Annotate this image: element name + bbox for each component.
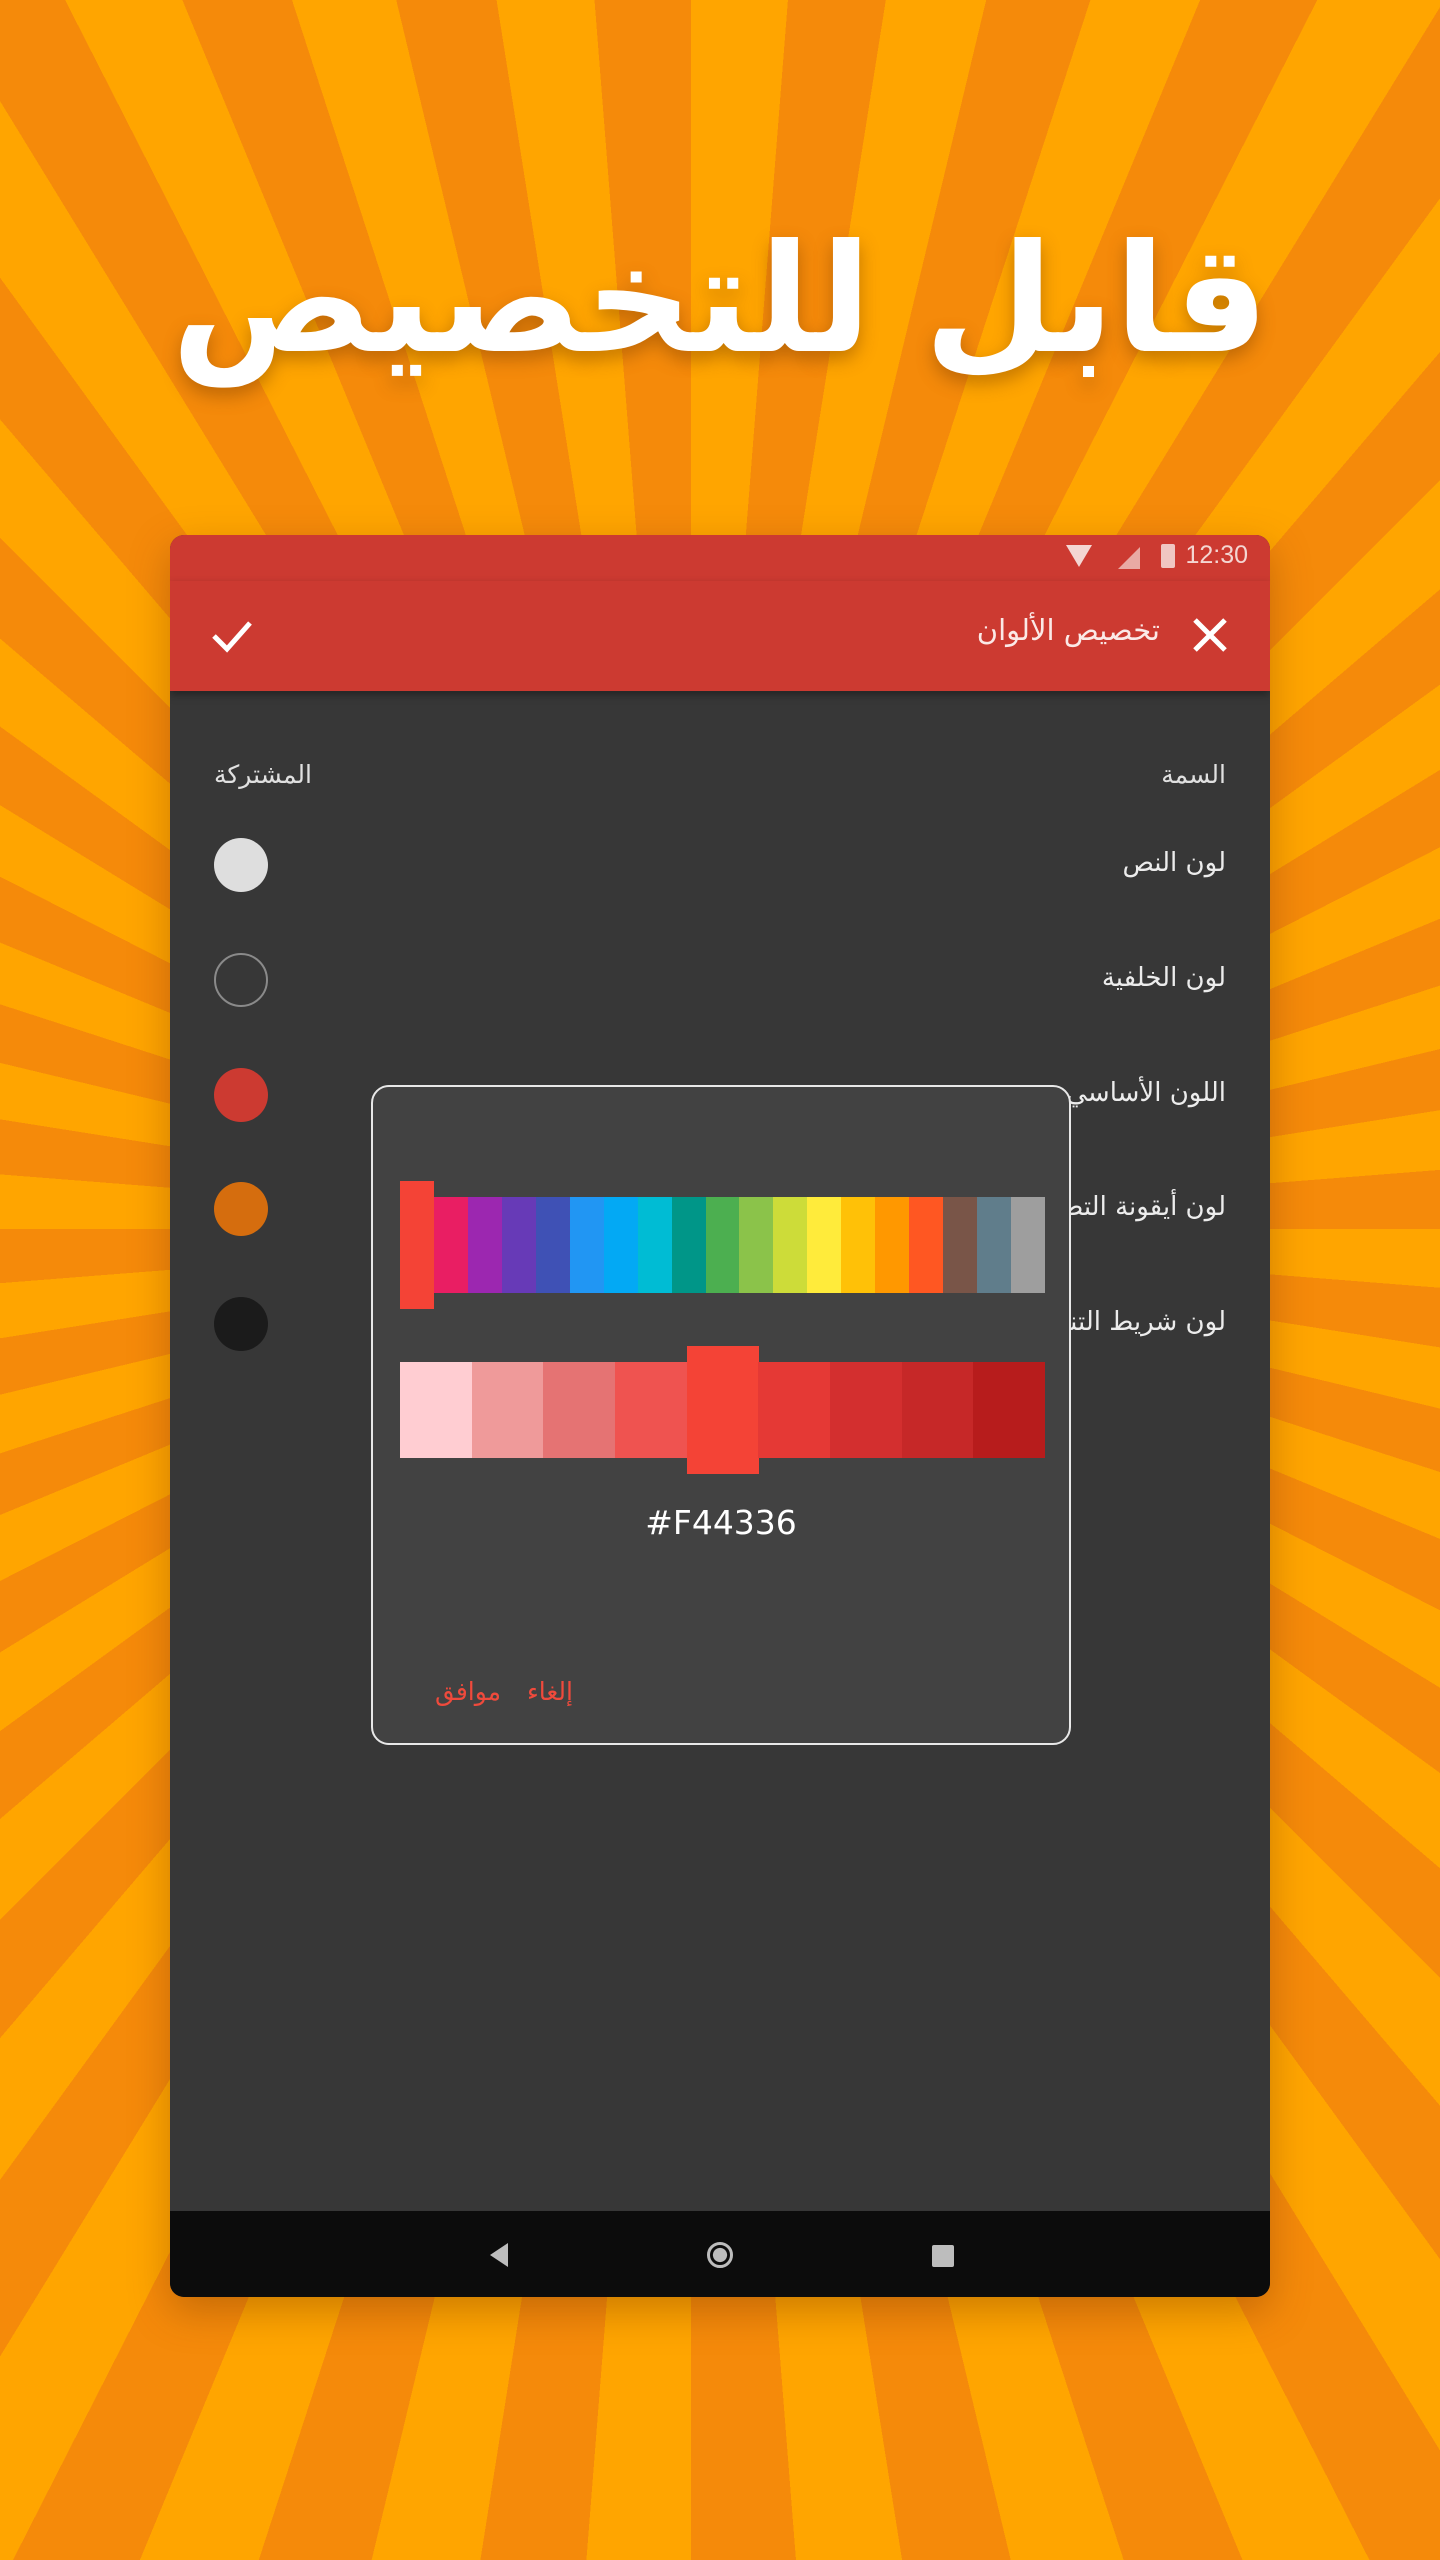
shade-swatch[interactable]: [615, 1362, 688, 1458]
section-header-theme: السمة: [1161, 760, 1226, 789]
hue-swatch[interactable]: [637, 1197, 673, 1293]
hue-palette: [400, 1181, 1046, 1309]
hue-swatch[interactable]: [569, 1197, 605, 1293]
shade-swatch[interactable]: [471, 1362, 544, 1458]
recents-icon[interactable]: [932, 2245, 954, 2267]
app-bar: تخصيص الألوان: [170, 581, 1270, 691]
shade-swatch[interactable]: [973, 1362, 1046, 1458]
hue-swatch[interactable]: [943, 1197, 978, 1293]
signal-icon: [1118, 547, 1140, 569]
hue-swatch[interactable]: [977, 1197, 1012, 1293]
hue-swatch[interactable]: [875, 1197, 910, 1293]
preference-label[interactable]: لون النص: [1122, 848, 1226, 878]
home-icon[interactable]: [707, 2242, 733, 2268]
promo-headline: قابل للتخصيص: [171, 213, 1269, 387]
status-time: 12:30: [1185, 541, 1248, 569]
battery-icon: [1161, 544, 1175, 568]
hue-swatch[interactable]: [705, 1197, 740, 1293]
hue-swatch[interactable]: [603, 1197, 639, 1293]
page-title: تخصيص الألوان: [976, 613, 1160, 647]
shade-swatch-selected[interactable]: [686, 1346, 759, 1474]
hue-swatch[interactable]: [467, 1197, 503, 1293]
wifi-icon: [1066, 545, 1092, 567]
color-swatch[interactable]: [214, 838, 268, 892]
hue-swatch-selected[interactable]: [400, 1181, 435, 1309]
hue-swatch[interactable]: [671, 1197, 707, 1293]
color-swatch[interactable]: [214, 1297, 268, 1351]
hue-swatch[interactable]: [1011, 1197, 1046, 1293]
hue-swatch[interactable]: [433, 1197, 469, 1293]
hue-swatch[interactable]: [501, 1197, 537, 1293]
check-icon: [212, 621, 252, 653]
section-header-shared: المشتركة: [214, 760, 312, 789]
hue-swatch[interactable]: [909, 1197, 944, 1293]
shade-swatch[interactable]: [901, 1362, 974, 1458]
status-bar: 12:30: [170, 535, 1270, 581]
preference-label[interactable]: لون الخلفية: [1102, 963, 1226, 993]
shade-swatch[interactable]: [543, 1362, 616, 1458]
navigation-bar: [170, 2211, 1270, 2297]
close-button[interactable]: [1178, 603, 1242, 667]
hue-swatch[interactable]: [807, 1197, 842, 1293]
hex-value: #F44336: [645, 1503, 797, 1542]
color-swatch[interactable]: [214, 953, 268, 1007]
confirm-button[interactable]: [200, 603, 264, 667]
preference-label[interactable]: اللون الأساسي: [1066, 1078, 1226, 1108]
cancel-button[interactable]: إلغاء: [527, 1677, 573, 1706]
shade-swatch[interactable]: [758, 1362, 831, 1458]
back-icon[interactable]: [490, 2243, 508, 2267]
color-swatch[interactable]: [214, 1182, 268, 1236]
app-screen: 12:30 تخصيص الألوان المشتركة السمة لون ا…: [170, 535, 1270, 2297]
hue-swatch[interactable]: [739, 1197, 774, 1293]
hue-swatch[interactable]: [841, 1197, 876, 1293]
ok-button[interactable]: موافق: [435, 1677, 501, 1706]
color-picker-dialog: #F44336 موافق إلغاء: [371, 1085, 1071, 1745]
hue-swatch[interactable]: [535, 1197, 571, 1293]
color-swatch[interactable]: [214, 1068, 268, 1122]
close-icon: [1193, 618, 1227, 652]
shade-palette: [400, 1346, 1046, 1474]
shade-swatch[interactable]: [830, 1362, 903, 1458]
hue-swatch[interactable]: [773, 1197, 808, 1293]
shade-swatch[interactable]: [400, 1362, 473, 1458]
